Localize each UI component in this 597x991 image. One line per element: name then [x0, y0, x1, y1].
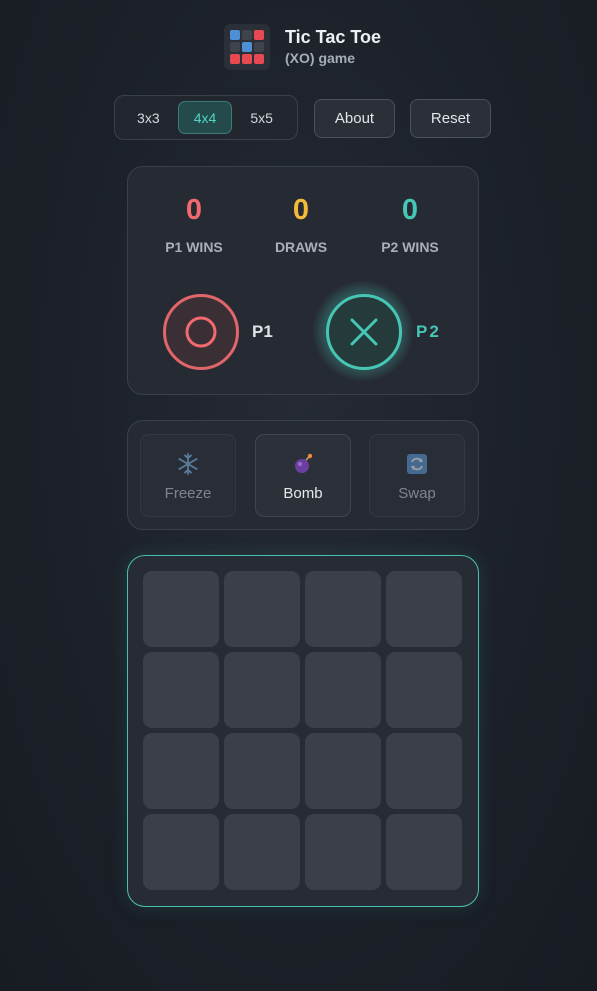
size-option-3x3[interactable]: 3x3 — [121, 101, 176, 134]
app-subtitle: (XO) game — [285, 50, 356, 66]
board-cell[interactable] — [224, 814, 300, 890]
size-option-4x4[interactable]: 4x4 — [177, 101, 233, 134]
bomb-button[interactable]: Bomb — [255, 434, 351, 517]
snowflake-icon — [178, 453, 198, 475]
p1-score: 0 P1 WINS — [139, 189, 249, 257]
title-block: Tic Tac Toe (XO) game — [285, 26, 381, 68]
board-cell[interactable] — [305, 733, 381, 809]
powerups-panel: Freeze Bomb Swap — [127, 420, 479, 530]
logo-cell — [242, 54, 252, 64]
board-cell[interactable] — [224, 733, 300, 809]
app-header: Tic Tac Toe (XO) game — [224, 24, 381, 70]
draws-value: 0 — [292, 194, 310, 226]
logo-cell — [254, 54, 264, 64]
board-cell[interactable] — [386, 571, 462, 647]
p2-indicator — [326, 294, 402, 370]
p1-wins-value: 0 — [185, 194, 203, 226]
bomb-label: Bomb — [283, 485, 323, 502]
p1-indicator — [163, 294, 239, 370]
swap-label: Swap — [398, 485, 436, 502]
bomb-icon — [295, 453, 313, 473]
swap-icon — [407, 454, 427, 474]
scoreboard: 0 P1 WINS 0 DRAWS 0 P2 WINS P1 P2 — [127, 166, 479, 395]
p2-score: 0 P2 WINS — [355, 189, 465, 257]
logo-cell — [242, 30, 252, 40]
draws-label: DRAWS — [274, 239, 328, 255]
freeze-label: Freeze — [164, 485, 212, 502]
size-option-5x5[interactable]: 5x5 — [234, 101, 289, 134]
board-cell[interactable] — [224, 652, 300, 728]
board-cell[interactable] — [224, 571, 300, 647]
p2-label: P2 — [416, 322, 441, 341]
logo-cell — [230, 42, 240, 52]
reset-button[interactable]: Reset — [410, 99, 491, 138]
p2-wins-label: P2 WINS — [381, 239, 439, 255]
logo-cell — [230, 54, 240, 64]
game-board — [127, 555, 479, 907]
board-cell[interactable] — [305, 814, 381, 890]
board-cell[interactable] — [305, 652, 381, 728]
board-cell[interactable] — [305, 571, 381, 647]
x-cross-icon — [350, 318, 378, 346]
board-grid — [143, 571, 463, 890]
logo-cell — [230, 30, 240, 40]
p1-label: P1 — [252, 322, 273, 341]
freeze-button[interactable]: Freeze — [140, 434, 236, 517]
board-cell[interactable] — [386, 652, 462, 728]
p1-wins-label: P1 WINS — [165, 239, 223, 255]
board-cell[interactable] — [143, 652, 219, 728]
board-cell[interactable] — [386, 733, 462, 809]
board-cell[interactable] — [143, 733, 219, 809]
board-cell[interactable] — [143, 814, 219, 890]
board-cell[interactable] — [386, 814, 462, 890]
draws-score: 0 DRAWS — [246, 189, 356, 257]
logo-cell — [254, 30, 264, 40]
app-logo-icon — [224, 24, 270, 70]
board-cell[interactable] — [143, 571, 219, 647]
app-title: Tic Tac Toe — [285, 27, 382, 47]
logo-cell — [254, 42, 264, 52]
about-button[interactable]: About — [314, 99, 395, 138]
swap-button[interactable]: Swap — [369, 434, 465, 517]
circle-o-icon — [185, 316, 217, 348]
p2-wins-value: 0 — [401, 194, 419, 226]
logo-cell — [242, 42, 252, 52]
board-size-selector: 3x3 4x4 5x5 — [114, 95, 298, 140]
